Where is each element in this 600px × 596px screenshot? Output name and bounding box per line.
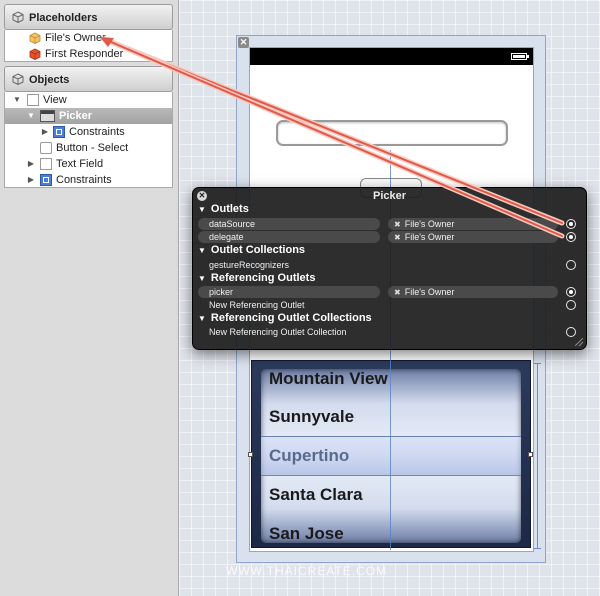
disclosure-right-icon[interactable]: ▶ [27,156,35,172]
placeholders-header[interactable]: Placeholders [4,4,173,30]
section-referencing-outlet-collections[interactable]: ▼ Referencing Outlet Collections [198,312,372,324]
outline-item-picker-constraints[interactable]: ▶ Constraints [5,124,172,140]
objects-title: Objects [29,74,70,86]
placeholder-first-responder[interactable]: First Responder [5,46,172,62]
disconnect-x-icon[interactable]: ✖ [394,220,401,229]
disclosure-down-icon[interactable]: ▼ [198,274,206,283]
outlet-name: gestureRecognizers [209,260,290,270]
outlet-row-delegate[interactable]: delegate ✖ File's Owner [198,231,576,243]
connections-hud[interactable]: ✕ Picker ▼ Outlets dataSource ✖ File's Own… [192,187,587,350]
disclosure-down-icon[interactable]: ▼ [198,246,206,255]
connection-pill[interactable]: ✖ File's Owner [388,231,558,243]
outlet-name-pill: picker [198,286,380,298]
connection-circle-icon[interactable] [566,300,576,310]
connection-circle-icon[interactable] [566,219,576,229]
disclosure-right-icon[interactable]: ▶ [27,172,35,188]
outline-label: View [43,94,67,106]
outlet-row-gesture[interactable]: gestureRecognizers [198,259,576,271]
section-label: Outlet Collections [210,244,306,256]
outlet-name: delegate [209,232,244,242]
section-label: Outlets [210,203,249,215]
objects-header[interactable]: Objects [4,66,173,92]
outline-label: Picker [59,110,93,122]
picker-row[interactable]: San Jose [269,524,344,543]
placeholders-list: File's Owner First Responder [4,30,173,62]
referencing-row-picker[interactable]: picker ✖ File's Owner [198,286,576,298]
resize-grip-icon[interactable] [575,338,583,346]
cube-icon [12,11,24,23]
text-field[interactable] [276,120,508,146]
outlet-row-datasource[interactable]: dataSource ✖ File's Owner [198,218,576,230]
section-referencing-outlets[interactable]: ▼ Referencing Outlets [198,272,315,284]
disclosure-down-icon[interactable]: ▼ [27,108,35,124]
outlet-name: New Referencing Outlet Collection [209,327,347,337]
document-outline: Placeholders File's Owner First Responde… [0,0,179,596]
close-icon[interactable]: ✕ [238,37,249,48]
outline-label: Text Field [56,158,104,170]
outlet-name-pill: delegate [198,231,380,243]
resize-handle-left[interactable] [248,452,253,457]
outline-label: Button - Select [56,142,129,154]
connection-pill[interactable]: ✖ File's Owner [388,286,558,298]
picker-row-selected[interactable]: Cupertino [269,446,349,466]
section-label: Referencing Outlets [210,272,316,284]
disconnect-x-icon[interactable]: ✖ [394,233,401,242]
cube-icon [12,73,24,85]
new-referencing-outlet-row[interactable]: New Referencing Outlet [198,299,576,311]
outline-item-view[interactable]: ▼ View [5,92,172,108]
section-label: Referencing Outlet Collections [210,312,372,324]
outline-label: Constraints [69,126,125,138]
outlet-name: picker [209,287,234,297]
placeholder-label: First Responder [45,48,124,60]
hud-title: Picker [372,190,407,202]
outline-item-picker[interactable]: ▼ Picker [5,108,172,124]
picker-view[interactable]: Mountain View Sunnyvale Cupertino Santa … [251,360,531,548]
section-outlet-collections[interactable]: ▼ Outlet Collections [198,244,305,256]
placeholder-files-owner[interactable]: File's Owner [5,30,172,46]
connection-circle-icon[interactable] [566,260,576,270]
disconnect-x-icon[interactable]: ✖ [394,288,401,297]
outline-item-button[interactable]: Button - Select [5,140,172,156]
picker-row[interactable]: Mountain View [269,369,388,389]
height-guide [534,363,541,549]
placeholders-title: Placeholders [29,12,98,24]
outline-label: Constraints [56,174,112,186]
picker-row[interactable]: Sunnyvale [269,407,354,427]
connection-target: File's Owner [404,287,455,297]
battery-icon [511,53,529,60]
connection-target: File's Owner [404,219,455,229]
outline-item-text-field[interactable]: ▶ Text Field [5,156,172,172]
picker-icon [40,110,55,122]
placeholder-label: File's Owner [45,32,106,44]
connection-circle-icon[interactable] [566,232,576,242]
disclosure-down-icon[interactable]: ▼ [198,314,206,323]
disclosure-down-icon[interactable]: ▼ [198,205,206,214]
text-field-icon [40,158,52,170]
constraints-icon [53,126,65,138]
outline-item-view-constraints[interactable]: ▶ Constraints [5,172,172,188]
connection-circle-icon[interactable] [566,327,576,337]
outlet-name: dataSource [209,219,256,229]
files-owner-cube-icon [29,32,41,44]
button-icon [40,142,52,154]
outlet-name: New Referencing Outlet [209,300,305,310]
disclosure-right-icon[interactable]: ▶ [41,124,49,140]
new-referencing-collection-row[interactable]: New Referencing Outlet Collection [198,326,576,338]
watermark: WWW.THAICREATE.COM [226,564,388,578]
resize-handle-right[interactable] [528,452,533,457]
disclosure-down-icon[interactable]: ▼ [13,92,21,108]
outlet-name-pill: dataSource [198,218,380,230]
constraints-icon [40,174,52,186]
connection-pill[interactable]: ✖ File's Owner [388,218,558,230]
connection-target: File's Owner [404,232,455,242]
picker-wheel[interactable]: Mountain View Sunnyvale Cupertino Santa … [261,369,521,543]
first-responder-cube-icon [29,48,41,60]
section-outlets[interactable]: ▼ Outlets [198,203,249,215]
view-icon [27,94,39,106]
connection-circle-icon[interactable] [566,287,576,297]
status-bar [250,48,533,65]
picker-row[interactable]: Santa Clara [269,485,363,505]
objects-list: ▼ View ▼ Picker ▶ Constraints Button - S… [4,92,173,188]
